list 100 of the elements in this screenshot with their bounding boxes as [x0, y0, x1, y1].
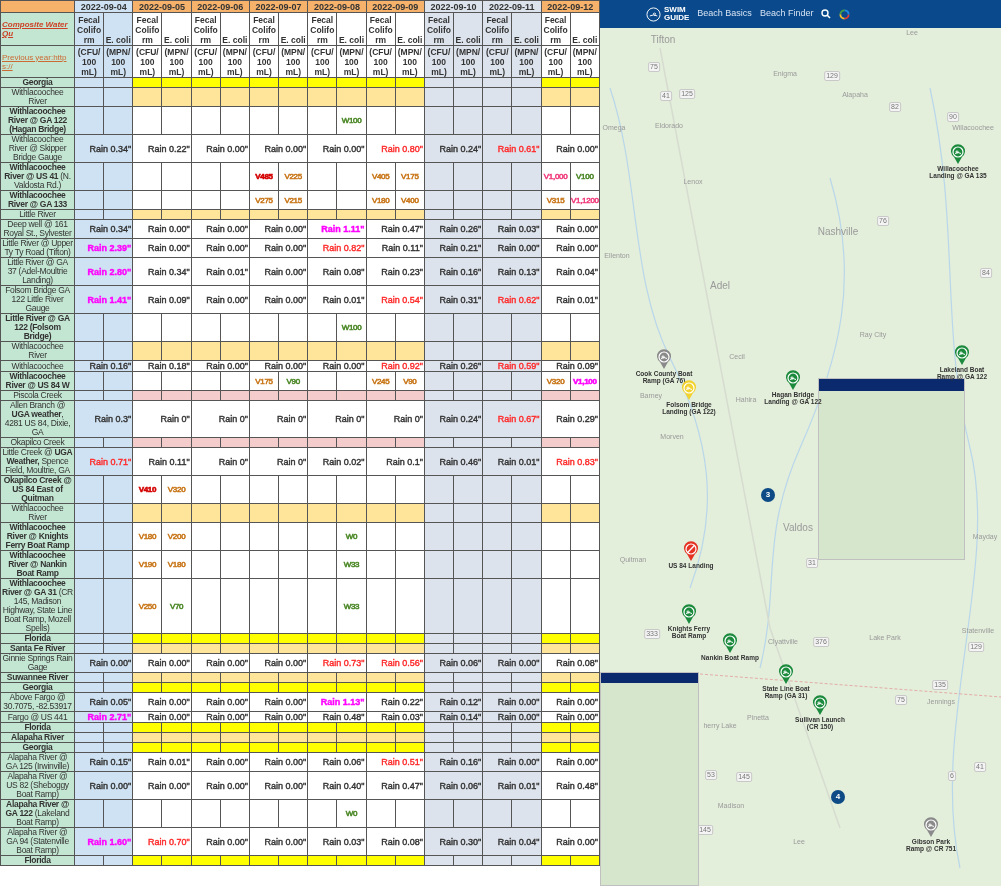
- unit-header: (MPN/ 100 mL): [163, 47, 190, 77]
- row-label: Withlacoochee: [10, 361, 65, 371]
- rain-cell: Rain 1.60": [87, 836, 132, 847]
- rain-cell: Rain 0.92": [381, 361, 423, 371]
- rain-cell: Rain 0.00": [264, 658, 307, 668]
- rain-cell: Rain 0": [218, 456, 248, 467]
- row-label: Withlacoochee River @ Knights Ferry Boat Ramp: [4, 523, 71, 550]
- unit-header: (MPN/ 100 mL): [105, 47, 132, 77]
- rain-cell: Rain 0.08": [381, 836, 423, 847]
- table-cell: V245: [371, 376, 390, 386]
- rain-cell: Rain 0.08": [556, 658, 598, 668]
- rain-cell: Rain 0.59": [497, 361, 540, 371]
- rain-cell: Rain 0.00": [556, 143, 598, 154]
- rain-cell: Rain 1.11": [321, 224, 365, 234]
- row-label: Allen Branch @ UGA weather, 4281 US 84, Dixie, GA: [3, 401, 72, 437]
- row-label: Little River: [18, 210, 57, 219]
- rain-cell: Rain 1.13": [320, 697, 365, 707]
- rain-cell: Rain 0.05": [89, 697, 132, 707]
- row-label: Little Creek @ UGA Weather, Spence Field, Moultrie, GA: [2, 448, 73, 475]
- cluster-marker[interactable]: 4: [831, 790, 845, 804]
- table-cell: V90: [403, 376, 417, 386]
- rain-cell: Rain 0.46": [439, 456, 482, 467]
- rain-cell: Rain 0.1": [386, 456, 423, 467]
- table-cell: V410: [138, 485, 157, 494]
- rain-cell: Rain 0.00": [264, 224, 307, 234]
- rain-cell: Rain 0.00": [206, 757, 248, 767]
- column-header: E. coli: [338, 35, 365, 45]
- row-label: Alapaha River @ GA 94 (Statenville Boat Ramp): [5, 828, 70, 855]
- rain-cell: Rain 0.00": [206, 697, 248, 707]
- rain-cell: Rain 0.22": [381, 697, 423, 707]
- row-label: Little River @ Upper Ty Ty Road (Tifton): [2, 239, 73, 257]
- rain-cell: Rain 0.56": [381, 658, 423, 668]
- date-header: 2022-09-11: [482, 0, 541, 13]
- rain-cell: Rain 0.67": [497, 414, 540, 424]
- rain-cell: Rain 1.41": [87, 294, 132, 305]
- rain-cell: Rain 0.00": [556, 243, 598, 253]
- rain-cell: Rain 0.00": [556, 224, 598, 234]
- rain-cell: Rain 0.16": [439, 266, 482, 277]
- rain-cell: Rain 0.01": [206, 266, 248, 277]
- nav-link[interactable]: Beach Basics: [697, 7, 752, 21]
- rain-cell: Rain 0.00": [264, 697, 307, 707]
- rain-cell: Rain 0.04": [497, 836, 540, 847]
- rain-cell: Rain 0.15": [89, 757, 132, 767]
- rain-cell: Rain 0.31": [439, 294, 482, 305]
- column-header: Fecal Coliform: [192, 15, 219, 45]
- row-label: Above Fargo @ 30.7075, -82.53917: [2, 693, 73, 711]
- rain-cell: Rain 0.03": [497, 224, 540, 234]
- rain-cell: Rain 0.00": [264, 757, 307, 767]
- rain-cell: Rain 0": [277, 456, 307, 467]
- rain-cell: Rain 0.01": [322, 294, 365, 305]
- column-header: Fecal Coliform: [367, 15, 394, 45]
- table-cell: W100: [341, 323, 362, 332]
- table-cell: V1,100: [573, 376, 597, 386]
- unit-header: (MPN/ 100 mL): [455, 47, 482, 77]
- rain-cell: Rain 0.00": [264, 712, 307, 722]
- row-label: Fargo @ US 441: [6, 712, 69, 722]
- row-label: Florida: [23, 634, 52, 643]
- rain-cell: Rain 0.80": [381, 143, 423, 154]
- unit-header: (MPN/ 100 mL): [571, 47, 598, 77]
- rain-cell: Rain 0.16": [89, 361, 132, 371]
- rain-cell: Rain 0.34": [89, 224, 132, 234]
- row-label: Little River @ GA 122 (Folsom Bridge): [4, 314, 71, 341]
- rain-cell: Rain 2.71": [87, 712, 132, 722]
- rain-cell: Rain 0.30": [439, 836, 482, 847]
- place-label: Nashville: [817, 224, 859, 239]
- rain-cell: Rain 0.00": [556, 697, 598, 707]
- table-cell: V250: [138, 601, 157, 611]
- cluster-marker[interactable]: 3: [761, 488, 775, 502]
- unit-header: (CFU/ 100 mL): [193, 47, 219, 77]
- column-header: Fecal Coliform: [542, 15, 569, 45]
- rain-cell: Rain 0.48": [322, 712, 365, 722]
- row-label: Withlacoochee River @ Skipper Bridge Gauge: [7, 135, 68, 162]
- table-cell: V100: [576, 172, 594, 181]
- nav-link[interactable]: Beach Finder: [759, 7, 814, 21]
- unit-header: (MPN/ 100 mL): [338, 47, 365, 77]
- column-header: E. coli: [105, 35, 132, 45]
- rain-cell: Rain 0.00": [206, 780, 248, 791]
- column-header: E. coli: [280, 35, 307, 45]
- row-label: Okapilco Creek: [9, 438, 66, 447]
- rain-cell: Rain 0.00": [556, 836, 598, 847]
- rain-cell: Rain 0.00": [206, 143, 248, 154]
- rain-cell: Rain 0.34": [89, 143, 132, 154]
- column-header: Fecal Coliform: [250, 15, 278, 45]
- row-label: Okapilco Creek @ US 84 East of Quitman: [2, 476, 73, 503]
- rain-cell: Rain 2.80": [87, 266, 132, 277]
- table-cell: V175: [401, 172, 419, 181]
- row-label: Santa Fe River: [9, 644, 67, 653]
- table-cell: V190: [138, 560, 157, 569]
- row-label: Little River @ GA 37 (Adel-Moultrie Landing): [6, 258, 69, 285]
- rain-cell: Rain 0": [393, 414, 423, 424]
- date-header: 2022-09-12: [541, 0, 600, 13]
- rain-cell: Rain 0.00": [264, 361, 307, 371]
- row-label: Georgia: [21, 683, 54, 692]
- column-header: Fecal Coliform: [425, 15, 452, 45]
- rain-cell: Rain 0.11": [148, 456, 190, 467]
- rain-cell: Rain 0.03": [381, 712, 423, 722]
- rain-cell: Rain 0.09": [147, 294, 190, 305]
- table-cell: V200: [167, 532, 186, 541]
- table-cell: W0: [345, 809, 358, 818]
- swim-guide-logo[interactable]: SWIM GUIDE: [664, 6, 690, 22]
